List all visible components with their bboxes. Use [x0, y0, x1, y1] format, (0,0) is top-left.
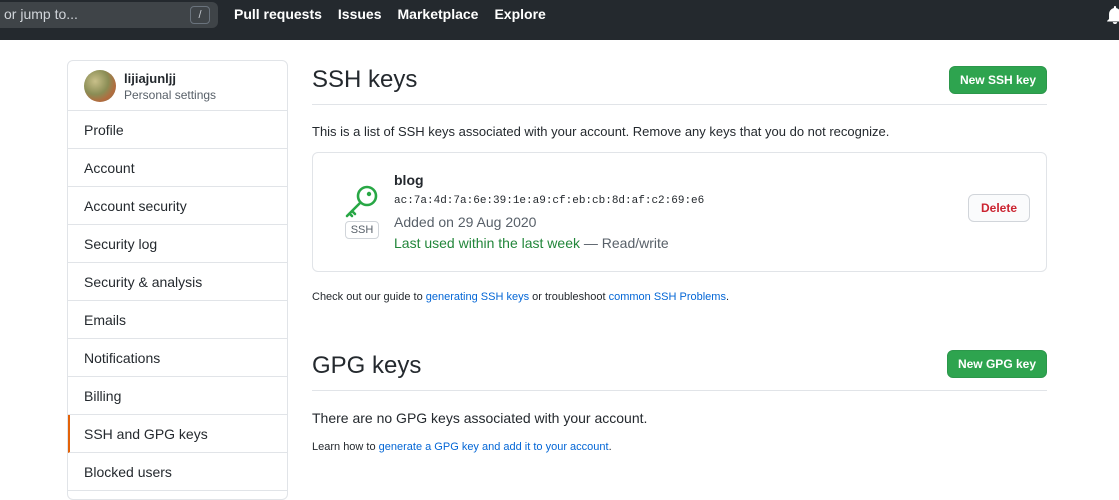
gpg-learn-prefix: Learn how to: [312, 441, 379, 453]
ssh-type-label: SSH: [345, 221, 379, 239]
sidebar-item-billing[interactable]: Billing: [68, 377, 287, 415]
new-ssh-key-button[interactable]: New SSH key: [949, 66, 1047, 94]
nav-explore[interactable]: Explore: [494, 6, 545, 22]
ssh-guide-text: Check out our guide to generating SSH ke…: [312, 291, 729, 303]
gpg-learn-suffix: .: [608, 441, 612, 453]
sidebar-item-account[interactable]: Account: [68, 149, 287, 187]
slash-shortcut-hint: /: [190, 6, 210, 24]
ssh-key-usage: Last used within the last week — Read/wr…: [394, 235, 669, 251]
generate-gpg-key-link[interactable]: generate a GPG key and add it to your ac…: [379, 441, 609, 453]
ssh-guide-prefix: Check out our guide to: [312, 291, 426, 303]
sidebar-username: lijiajunljj: [124, 71, 177, 86]
top-navbar: or jump to... / Pull requests Issues Mar…: [0, 0, 1119, 40]
gpg-keys-title: GPG keys: [312, 352, 422, 379]
ssh-key-last-used: Last used within the last week: [394, 235, 580, 251]
main-nav: Pull requests Issues Marketplace Explore: [234, 6, 546, 22]
ssh-description: This is a list of SSH keys associated wi…: [312, 124, 890, 139]
settings-sidebar: lijiajunljj Personal settings Profile Ac…: [67, 60, 288, 500]
sidebar-item-notifications[interactable]: Notifications: [68, 339, 287, 377]
ssh-key-item: SSH blog ac:7a:4d:7a:6e:39:1e:a9:cf:eb:c…: [312, 152, 1047, 272]
common-ssh-problems-link[interactable]: common SSH Problems: [609, 291, 726, 303]
bell-icon[interactable]: [1106, 6, 1119, 24]
ssh-guide-middle: or troubleshoot: [529, 291, 609, 303]
ssh-keys-title: SSH keys: [312, 66, 418, 93]
ssh-key-access: — Read/write: [580, 235, 669, 251]
ssh-key-name: blog: [394, 172, 424, 188]
gpg-learn-text: Learn how to generate a GPG key and add …: [312, 441, 612, 453]
gpg-empty-text: There are no GPG keys associated with yo…: [312, 410, 648, 426]
ssh-divider: [312, 104, 1047, 105]
sidebar-item-blocked-users[interactable]: Blocked users: [68, 453, 287, 491]
new-gpg-key-button[interactable]: New GPG key: [947, 350, 1047, 378]
search-placeholder: or jump to...: [4, 6, 78, 22]
gpg-divider: [312, 390, 1047, 391]
nav-issues[interactable]: Issues: [338, 6, 382, 22]
sidebar-item-emails[interactable]: Emails: [68, 301, 287, 339]
sidebar-subtitle: Personal settings: [124, 88, 217, 102]
key-icon: [345, 185, 378, 218]
sidebar-item-security-analysis[interactable]: Security & analysis: [68, 263, 287, 301]
sidebar-item-security-log[interactable]: Security log: [68, 225, 287, 263]
generating-ssh-keys-link[interactable]: generating SSH keys: [426, 291, 529, 303]
nav-pull-requests[interactable]: Pull requests: [234, 6, 322, 22]
ssh-key-added-date: Added on 29 Aug 2020: [394, 214, 537, 230]
ssh-guide-suffix: .: [725, 291, 730, 303]
sidebar-item-ssh-gpg-keys[interactable]: SSH and GPG keys: [68, 415, 287, 453]
sidebar-item-profile[interactable]: Profile: [68, 111, 287, 149]
search-input[interactable]: or jump to... /: [0, 2, 218, 28]
ssh-key-fingerprint: ac:7a:4d:7a:6e:39:1e:a9:cf:eb:cb:8d:af:c…: [394, 195, 705, 207]
sidebar-item-account-security[interactable]: Account security: [68, 187, 287, 225]
sidebar-profile-header[interactable]: lijiajunljj Personal settings: [68, 61, 287, 111]
avatar: [84, 70, 116, 102]
nav-marketplace[interactable]: Marketplace: [398, 6, 479, 22]
delete-ssh-key-button[interactable]: Delete: [968, 194, 1030, 222]
